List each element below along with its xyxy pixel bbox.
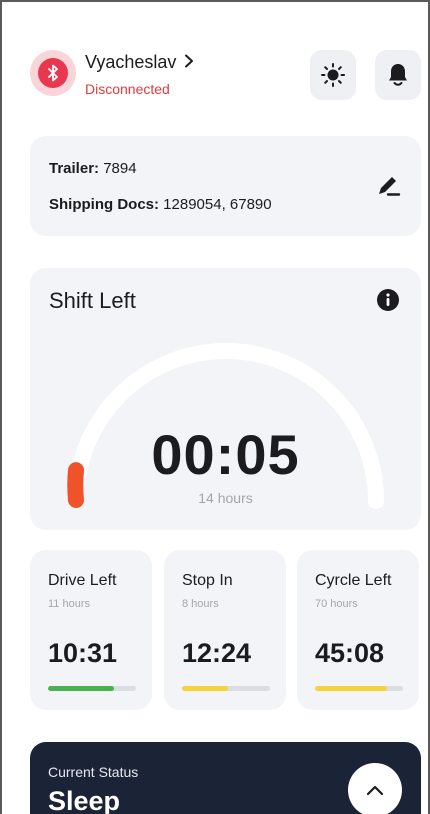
cycle-left-progress-bar — [315, 686, 403, 691]
header: Vyacheslav Disconnected — [30, 48, 421, 104]
expand-status-button[interactable] — [348, 763, 402, 814]
stop-in-value: 12:24 — [182, 638, 252, 668]
shift-left-card: Shift Left 00:05 14 hours — [30, 268, 421, 530]
stop-in-title: Stop In — [182, 572, 233, 589]
drive-left-progress-fill — [48, 686, 114, 691]
cycle-left-title: Cyrcle Left — [315, 572, 392, 589]
shift-total: 14 hours — [198, 490, 253, 506]
connection-status: Disconnected — [85, 81, 170, 97]
bell-icon — [389, 64, 407, 86]
edit-icon[interactable] — [374, 172, 402, 200]
stop-in-progress-bar — [182, 686, 270, 691]
user-profile-link[interactable]: Vyacheslav — [85, 52, 194, 73]
theme-toggle-button[interactable] — [310, 50, 356, 100]
app-screen: Vyacheslav Disconnected Trailer: 7894 Sh… — [0, 0, 430, 814]
drive-left-title: Drive Left — [48, 572, 117, 589]
trailer-value: 7894 — [103, 160, 137, 177]
cycle-left-value: 45:08 — [315, 638, 385, 668]
trailer-info-card: Trailer: 7894 Shipping Docs: 1289054, 67… — [30, 136, 421, 236]
info-icon[interactable] — [376, 288, 400, 312]
chevron-right-icon — [184, 52, 194, 73]
user-name: Vyacheslav — [85, 52, 177, 72]
chevron-up-icon — [366, 785, 384, 796]
trailer-label: Trailer: — [49, 160, 100, 177]
shipping-docs-value: 1289054, 67890 — [163, 196, 272, 213]
notifications-button[interactable] — [375, 50, 421, 100]
drive-left-card[interactable]: Drive Left 11 hours 10:31 — [30, 550, 152, 710]
sun-icon — [321, 63, 345, 87]
shift-time: 00:05 — [151, 423, 300, 486]
shift-title: Shift Left — [49, 288, 136, 313]
shipping-docs-label: Shipping Docs: — [49, 196, 159, 213]
drive-left-value: 10:31 — [48, 638, 118, 668]
drive-left-progress-bar — [48, 686, 136, 691]
shipping-docs-row: Shipping Docs: 1289054, 67890 — [49, 196, 272, 213]
cycle-left-limit: 70 hours — [315, 598, 358, 610]
stop-in-limit: 8 hours — [182, 598, 219, 610]
current-status-label: Current Status — [48, 764, 139, 780]
drive-left-limit: 11 hours — [48, 598, 90, 610]
current-status-value: Sleep — [48, 786, 121, 814]
bluetooth-status-button[interactable] — [30, 50, 76, 96]
cycle-left-progress-fill — [315, 686, 388, 691]
current-status-card: Current Status Sleep — [30, 742, 421, 814]
stop-in-progress-fill — [182, 686, 228, 691]
bluetooth-icon — [38, 58, 68, 88]
cycle-left-card[interactable]: Cyrcle Left 70 hours 45:08 — [297, 550, 419, 710]
stop-in-card[interactable]: Stop In 8 hours 12:24 — [164, 550, 286, 710]
trailer-row: Trailer: 7894 — [49, 160, 137, 177]
